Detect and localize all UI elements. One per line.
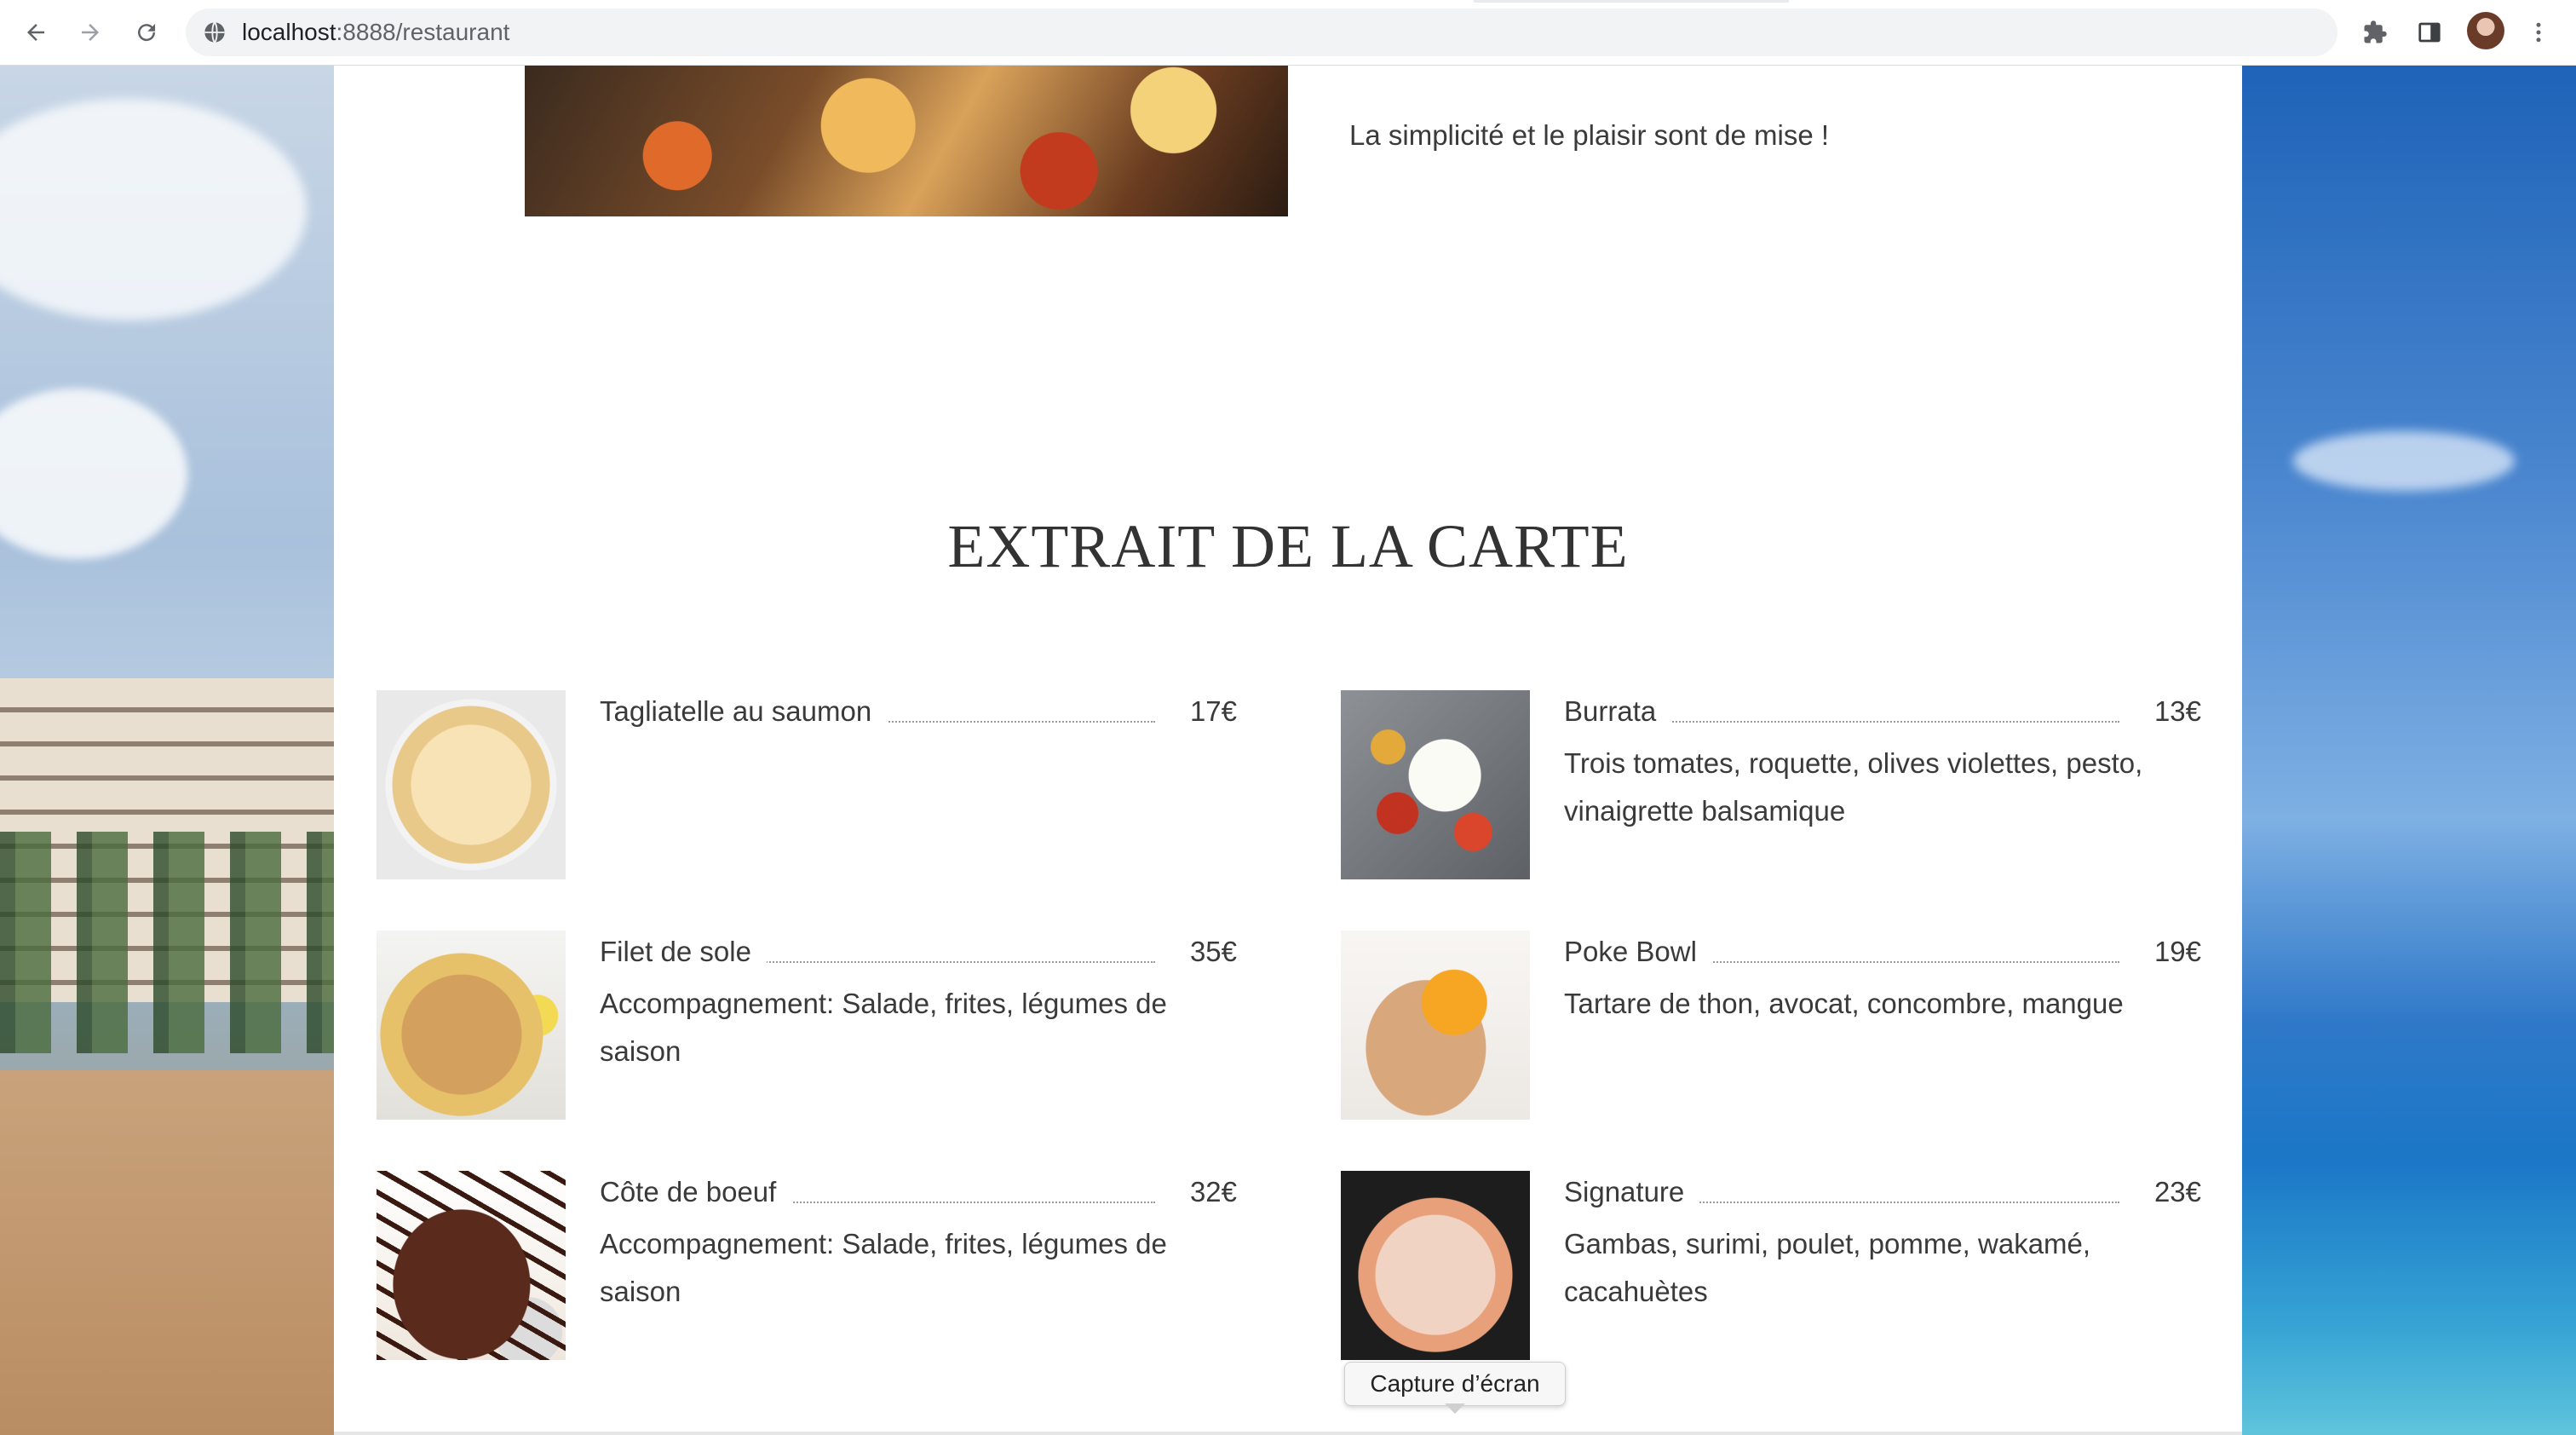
browser-toolbar: localhost:8888/restaurant [0,0,2576,66]
dish-name: Burrata [1564,695,1672,728]
screenshot-tooltip: Capture d’écran [1344,1362,1566,1406]
url-host: localhost [242,19,336,45]
intro-text: La simplicité et le plaisir sont de mise… [1349,119,1830,151]
forward-arrow-icon [82,24,99,41]
menu-item: Filet de sole 35€ Accompagnement: Salade… [377,931,1237,1127]
dish-name: Filet de sole [600,936,767,968]
site-info-icon[interactable] [203,20,227,44]
dish-description: Accompagnement: Salade, frites, légumes … [600,988,1167,1067]
dish-description: Gambas, surimi, poulet, pomme, wakamé, c… [1564,1228,2091,1307]
side-panel-button[interactable] [2409,12,2450,53]
tab-strip-edge [1474,0,1789,3]
dish-name: Poke Bowl [1564,936,1712,968]
url-text[interactable]: localhost:8888/restaurant [242,9,509,56]
dish-name: Côte de boeuf [600,1176,792,1208]
dish-photo-sole [377,931,566,1120]
menu-item: Tagliatelle au saumon 17€ [377,690,1237,886]
reload-button[interactable] [126,12,167,53]
tooltip-pointer [1445,1403,1465,1414]
menu-item: Côte de boeuf 32€ Accompagnement: Salade… [377,1171,1237,1367]
dish-description: Tartare de thon, avocat, concombre, mang… [1564,988,2124,1019]
profile-avatar[interactable] [2467,12,2504,49]
dish-photo-poke-bowl [1341,931,1530,1120]
background-sea-right [2242,65,2576,1435]
address-bar[interactable]: localhost:8888/restaurant [186,9,2337,56]
dish-name: Tagliatelle au saumon [600,695,888,728]
extensions-icon [2364,20,2387,43]
page-content: La simplicité et le plaisir sont de mise… [334,65,2242,1435]
menu-item: Burrata 13€ Trois tomates, roquette, oli… [1341,690,2201,886]
menu-section-title: EXTRAIT DE LA CARTE [947,512,1629,580]
dish-price: 19€ [2138,936,2201,968]
paella-photo [525,65,1288,216]
background-beach-left [0,65,334,1435]
forward-button[interactable] [70,12,111,53]
back-button[interactable] [15,12,56,53]
dish-photo-burrata [1341,690,1530,879]
cloud-shape [0,99,307,320]
more-menu-button[interactable] [2518,12,2559,53]
dish-price: 13€ [2138,695,2201,728]
dish-photo-cote-de-boeuf [377,1171,566,1360]
dish-price: 17€ [1174,695,1237,728]
menu-item: Signature 23€ Gambas, surimi, poulet, po… [1341,1171,2201,1367]
cloud-shape [2293,431,2515,491]
url-path: :8888/restaurant [336,19,510,45]
more-menu-icon [2536,22,2541,43]
palm-trees [0,832,334,1053]
dish-name: Signature [1564,1176,1700,1208]
dish-price: 32€ [1174,1176,1237,1208]
cloud-shape [0,389,187,559]
dish-description: Trois tomates, roquette, olives violette… [1564,747,2143,827]
dish-photo-signature [1341,1171,1530,1360]
back-arrow-icon [27,24,44,41]
extensions-button[interactable] [2355,12,2395,53]
menu-item: Poke Bowl 19€ Tartare de thon, avocat, c… [1341,931,2201,1127]
side-panel-icon [2418,22,2441,43]
reload-icon [138,24,156,42]
dish-photo-tagliatelle [377,690,566,879]
dish-price: 35€ [1174,936,1237,968]
viewport-bottom-edge [334,1432,2242,1435]
dish-price: 23€ [2138,1176,2201,1208]
dish-description: Accompagnement: Salade, frites, légumes … [600,1228,1167,1307]
